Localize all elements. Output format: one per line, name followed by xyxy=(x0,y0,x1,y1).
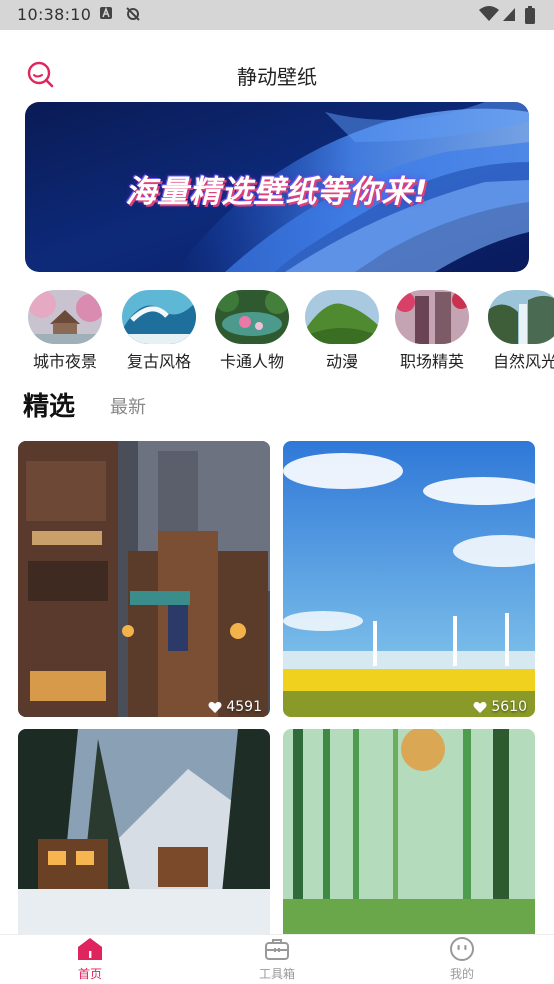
tab-featured[interactable]: 精选 xyxy=(23,386,75,423)
bottom-navigation: 首页 工具箱 我的 xyxy=(0,934,554,984)
notification-a-icon xyxy=(100,6,112,19)
wallpaper-image xyxy=(283,729,535,934)
nav-profile[interactable]: 我的 xyxy=(422,937,502,982)
nav-home[interactable]: 首页 xyxy=(50,937,130,982)
wallpaper-card[interactable]: 4591 xyxy=(18,441,270,717)
tab-latest[interactable]: 最新 xyxy=(110,393,146,419)
status-bar: 10:38:10 xyxy=(0,0,554,30)
like-count-value: 5610 xyxy=(491,699,527,715)
category-workplace[interactable]: 职场精英 xyxy=(394,290,470,372)
sync-off-icon xyxy=(126,7,140,21)
home-icon xyxy=(78,938,102,960)
category-label: 城市夜景 xyxy=(32,352,97,371)
category-cartoon[interactable]: 卡通人物 xyxy=(214,290,290,372)
category-thumbnail xyxy=(122,290,196,344)
category-anime[interactable]: 动漫 xyxy=(304,290,380,372)
category-label: 自然风光 xyxy=(492,352,554,371)
nav-toolbox[interactable]: 工具箱 xyxy=(237,937,317,982)
heart-icon xyxy=(208,701,222,713)
wallpaper-card[interactable] xyxy=(18,729,270,934)
like-count: 4591 xyxy=(208,699,262,715)
wallpaper-image xyxy=(18,441,270,717)
battery-icon xyxy=(525,6,535,24)
wallpaper-image xyxy=(18,729,270,934)
status-time: 10:38:10 xyxy=(17,5,92,24)
category-thumbnail xyxy=(305,290,379,344)
category-nature[interactable]: 自然风光 xyxy=(487,290,554,372)
category-city-night[interactable]: 城市夜景 xyxy=(27,290,103,372)
category-thumbnail xyxy=(215,290,289,344)
category-thumbnail xyxy=(488,290,554,344)
category-label: 职场精英 xyxy=(399,352,464,371)
promo-banner[interactable]: 海量精选壁纸等你来! xyxy=(25,102,529,272)
category-label: 复古风格 xyxy=(126,352,191,371)
category-label: 卡通人物 xyxy=(219,352,284,371)
heart-icon xyxy=(473,701,487,713)
category-thumbnail xyxy=(28,290,102,344)
category-label: 动漫 xyxy=(325,352,358,371)
signal-icon xyxy=(503,8,515,21)
banner-text: 海量精选壁纸等你来! xyxy=(125,174,429,210)
profile-icon xyxy=(450,937,474,961)
nav-label: 首页 xyxy=(77,967,102,981)
nav-label: 我的 xyxy=(449,967,474,981)
category-thumbnail xyxy=(395,290,469,344)
wifi-icon xyxy=(479,6,499,21)
wallpaper-image xyxy=(283,441,535,717)
nav-label: 工具箱 xyxy=(258,967,295,981)
page-title: 静动壁纸 xyxy=(237,65,317,89)
toolbox-icon xyxy=(265,939,289,960)
wallpaper-card[interactable] xyxy=(283,729,535,934)
like-count: 5610 xyxy=(473,699,527,715)
like-count-value: 4591 xyxy=(226,699,262,715)
wallpaper-card[interactable]: 5610 xyxy=(283,441,535,717)
category-retro[interactable]: 复古风格 xyxy=(121,290,197,372)
